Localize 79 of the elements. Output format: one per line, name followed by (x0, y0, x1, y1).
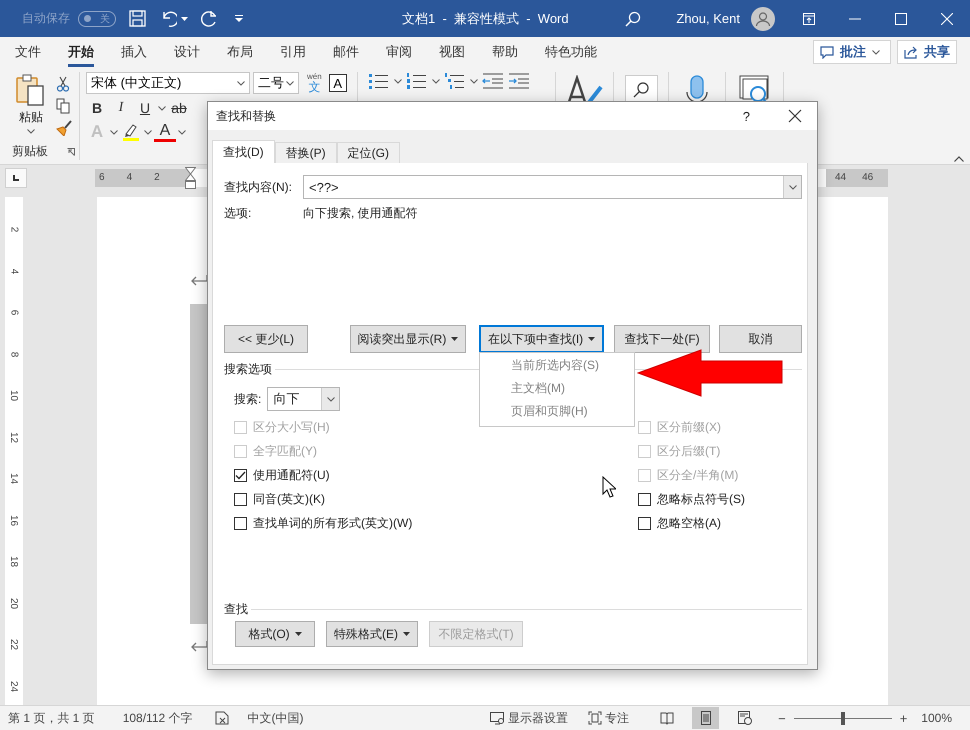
field-label: 搜索: (234, 390, 262, 408)
strikethrough-button[interactable]: ab (168, 97, 190, 119)
window-title: 文档1 - 兼容性模式 - Word (402, 10, 569, 28)
zoom-percent[interactable]: 100% (921, 711, 952, 725)
share-button[interactable]: 共享 (897, 40, 957, 64)
dialog-button[interactable]: 特殊格式(E) (326, 621, 418, 647)
menu-item[interactable]: 页眉和页脚(H) (480, 400, 634, 423)
dialog-button[interactable]: 格式(O) (235, 621, 315, 647)
menu-item[interactable]: 当前所选内容(S) (480, 354, 634, 377)
word-count[interactable]: 108/112 个字 (122, 710, 193, 726)
bold-button[interactable]: B (86, 97, 108, 119)
ribbon-tab[interactable]: 插入 (121, 37, 147, 67)
ribbon-tab[interactable]: 审阅 (386, 37, 412, 67)
ribbon-tab[interactable]: 引用 (280, 37, 306, 67)
ruler-number: 24 (8, 680, 20, 692)
comment-button[interactable]: 批注 (813, 40, 891, 64)
ruler-number: 14 (8, 473, 20, 484)
ribbon-tab[interactable]: 特色功能 (545, 37, 597, 67)
ruler-number: 4 (8, 268, 20, 274)
user-name: Zhou, Kent (676, 11, 740, 26)
zoom-out-button[interactable]: − (778, 710, 786, 726)
ruler-number: 4 (126, 172, 132, 183)
checkbox-label[interactable]: 查找单词的所有形式(英文)(W) (253, 514, 412, 532)
checkbox-label[interactable]: 同音(英文)(K) (253, 490, 325, 508)
ruler-number: 6 (99, 172, 105, 183)
dialog-tab[interactable]: 定位(G) (336, 142, 400, 163)
search-direction-combo[interactable]: 向下 (267, 387, 340, 411)
group-label: 剪贴板 (12, 143, 48, 160)
ruler-number: 8 (8, 351, 20, 358)
field-label: 选项: (224, 205, 252, 222)
focus-button[interactable]: 专注 (588, 710, 630, 726)
dialog-button[interactable]: << 更少(L) (224, 325, 308, 353)
page-count[interactable]: 第 1 页，共 1 页 (8, 710, 95, 726)
ribbon-tab[interactable]: 布局 (227, 37, 253, 67)
ruler-number: 46 (862, 172, 874, 183)
character-border-button[interactable]: A (328, 74, 347, 92)
dialog-button[interactable]: 取消 (719, 325, 802, 353)
dialog-title: 查找和替换 (216, 108, 276, 124)
ribbon-tab[interactable]: 邮件 (333, 37, 359, 67)
options-summary: 向下搜索, 使用通配符 (303, 205, 418, 222)
dialog-button[interactable]: 查找下一处(F) (614, 325, 710, 353)
checkbox-label[interactable]: 忽略标点符号(S) (657, 490, 745, 508)
field-label: 查找内容(N): (224, 178, 293, 196)
find-what-field[interactable]: <??> (303, 175, 802, 199)
ruler-number: 22 (8, 639, 20, 650)
ribbon-tab[interactable]: 设计 (174, 37, 200, 67)
font-size-combo[interactable]: 二号 (253, 72, 299, 94)
ruler-number: 18 (8, 556, 20, 568)
font-name-combo[interactable]: 宋体 (中文正文) (86, 72, 250, 94)
help-button[interactable]: ? (742, 108, 750, 124)
display-settings-button[interactable]: 显示器设置 (490, 710, 568, 726)
italic-button[interactable]: I (110, 97, 132, 119)
ruler-number: 6 (8, 310, 20, 316)
dialog-button[interactable]: 阅读突出显示(R) (350, 325, 466, 353)
autosave-label: 自动保存 (22, 10, 70, 27)
paste-label[interactable]: 粘贴 (19, 109, 43, 126)
ruler-number: 44 (835, 172, 846, 183)
dialog-button[interactable]: 在以下项中查找(I) (479, 325, 604, 353)
section-title: 查找 (224, 601, 248, 618)
menu-item[interactable]: 主文档(M) (480, 377, 634, 400)
underline-button[interactable]: U (134, 97, 156, 119)
dialog-tab[interactable]: 查找(D) (212, 140, 275, 163)
ruler-number: 16 (8, 514, 20, 526)
ruler-number: 2 (8, 226, 20, 233)
zoom-in-button[interactable]: + (900, 710, 908, 726)
ruler-number: 10 (8, 390, 20, 402)
section-title: 搜索选项 (224, 361, 272, 378)
ribbon-tab[interactable]: 文件 (15, 37, 41, 67)
font-color-button[interactable]: A (154, 122, 176, 142)
checkbox-label[interactable]: 使用通配符(U) (253, 466, 330, 484)
ribbon-tab[interactable]: 帮助 (492, 37, 518, 67)
phonetic-guide-button[interactable]: wén 文 (307, 73, 322, 93)
language[interactable]: 中文(中国) (248, 710, 304, 726)
ruler-number: 2 (154, 172, 160, 183)
checkbox-label[interactable]: 忽略空格(A) (657, 514, 721, 532)
ruler-number: 20 (8, 598, 20, 609)
dialog-tab[interactable]: 替换(P) (274, 142, 337, 163)
ribbon-tab[interactable]: 视图 (439, 37, 465, 67)
ruler-number: 12 (8, 432, 20, 443)
